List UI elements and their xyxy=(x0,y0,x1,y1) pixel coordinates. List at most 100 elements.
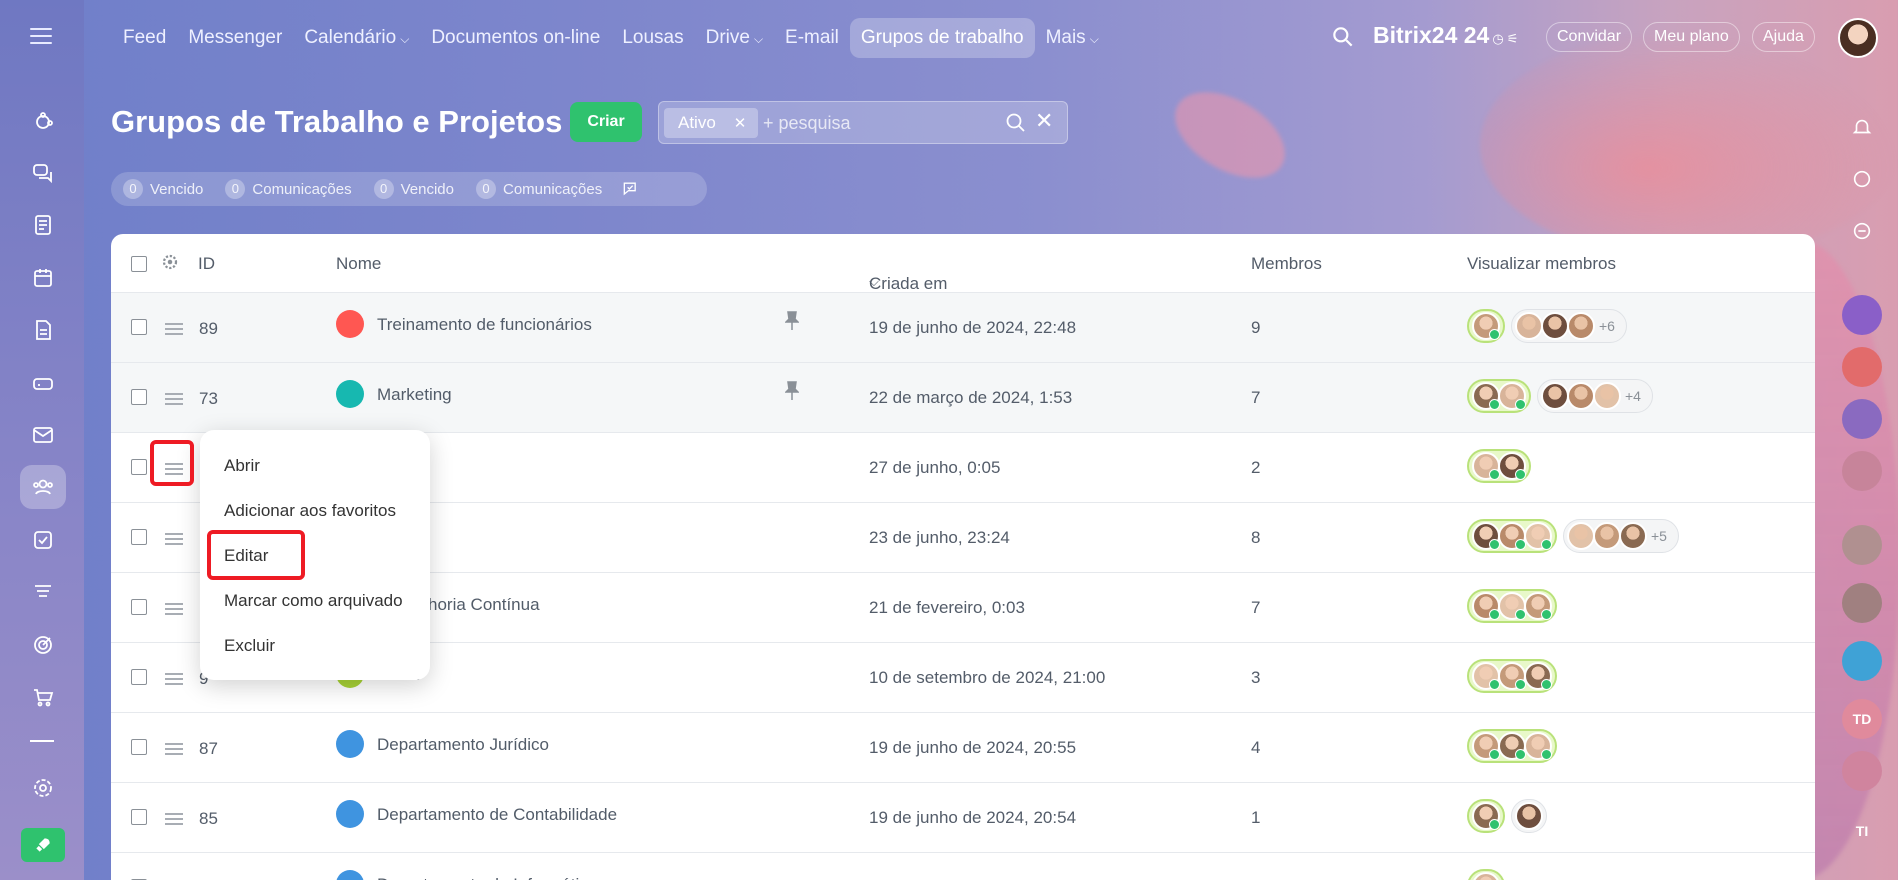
row-menu-handle-icon[interactable] xyxy=(165,393,183,405)
help-button[interactable]: Ajuda xyxy=(1752,22,1815,52)
row-menu-handle-icon[interactable] xyxy=(165,813,183,825)
row-menu-handle-icon[interactable] xyxy=(165,603,183,615)
row-group-name[interactable]: Departamento de Informática xyxy=(377,875,597,880)
nav-messenger[interactable]: Messenger xyxy=(177,18,293,58)
search-icon[interactable] xyxy=(1330,24,1356,50)
column-settings-gear-icon[interactable] xyxy=(161,253,179,271)
owner-avatars[interactable] xyxy=(1467,589,1557,623)
menu-item-delete[interactable]: Excluir xyxy=(224,636,275,656)
row-checkbox[interactable] xyxy=(131,389,147,405)
mail-icon[interactable] xyxy=(20,413,66,457)
owner-avatars[interactable] xyxy=(1467,449,1531,483)
row-checkbox[interactable] xyxy=(131,459,147,475)
search-input[interactable]: + pesquisa xyxy=(763,113,851,134)
tasks-icon[interactable] xyxy=(20,518,66,562)
counter-comments-2[interactable]: 0 Comunicações xyxy=(476,179,602,199)
messenger-icon[interactable] xyxy=(20,151,66,195)
table-row[interactable]: 85 Departamento de Contabilidade 19 de jun… xyxy=(111,782,1815,852)
read-all-icon[interactable] xyxy=(620,179,642,199)
create-button[interactable]: Criar xyxy=(570,102,642,142)
row-menu-handle-icon[interactable] xyxy=(165,743,183,755)
menu-item-add-favorites[interactable]: Adicionar aos favoritos xyxy=(224,501,396,521)
owner-avatars[interactable] xyxy=(1467,799,1505,833)
pin-icon[interactable] xyxy=(785,311,799,331)
member-avatars-others[interactable]: +5 xyxy=(1563,519,1679,553)
member-avatars[interactable] xyxy=(1467,729,1563,763)
member-avatars[interactable] xyxy=(1467,659,1563,693)
owner-avatars[interactable] xyxy=(1467,379,1531,413)
nav-more[interactable]: Mais ⌵ xyxy=(1035,18,1110,58)
table-row[interactable]: 83Departamento de Informática19 de junho… xyxy=(111,852,1815,880)
owner-avatars[interactable] xyxy=(1467,659,1557,693)
chat-avatar-td[interactable]: TD xyxy=(1842,699,1882,739)
user-avatar[interactable] xyxy=(1838,18,1878,58)
nav-boards[interactable]: Lousas xyxy=(611,18,694,58)
member-avatars-others[interactable]: +4 xyxy=(1537,379,1653,413)
table-row[interactable]: 89 Treinamento de funcionários 19 de junho… xyxy=(111,292,1815,362)
row-group-name[interactable]: Treinamento de funcionários xyxy=(377,315,592,335)
table-row[interactable]: 87 Departamento Jurídico 19 de junho de 20… xyxy=(111,712,1815,782)
row-checkbox[interactable] xyxy=(131,739,147,755)
counter-overdue[interactable]: 0 Vencido xyxy=(123,179,203,199)
header-members[interactable]: Membros xyxy=(1251,254,1322,274)
nav-workgroups[interactable]: Grupos de trabalho xyxy=(849,18,1035,58)
row-checkbox[interactable] xyxy=(131,529,147,545)
chat-avatar-6[interactable] xyxy=(1842,641,1882,681)
row-menu-handle-icon[interactable] xyxy=(165,533,183,545)
row-menu-handle-icon[interactable] xyxy=(165,673,183,685)
drive-icon[interactable] xyxy=(20,361,66,405)
member-avatars[interactable] xyxy=(1467,449,1537,483)
calendar-icon[interactable] xyxy=(20,256,66,300)
chat-avatar-5[interactable] xyxy=(1842,583,1882,623)
row-checkbox[interactable] xyxy=(131,599,147,615)
chat-avatar-4[interactable] xyxy=(1842,525,1882,565)
member-avatars[interactable]: +4 xyxy=(1467,379,1659,413)
row-group-name[interactable]: Departamento Jurídico xyxy=(377,735,549,755)
nav-drive[interactable]: Drive ⌵ xyxy=(695,18,774,58)
clear-search-icon[interactable]: ✕ xyxy=(1035,108,1053,134)
chat-sync-icon[interactable] xyxy=(1842,211,1882,251)
member-avatars-others[interactable]: +6 xyxy=(1511,309,1627,343)
workgroups-icon[interactable] xyxy=(20,465,66,509)
member-avatars[interactable] xyxy=(1467,589,1563,623)
invite-button[interactable]: Convidar xyxy=(1546,22,1633,52)
nav-email[interactable]: E-mail xyxy=(774,18,850,58)
select-all-checkbox[interactable] xyxy=(131,256,147,272)
documents-icon[interactable] xyxy=(20,203,66,247)
header-id[interactable]: ID xyxy=(198,254,215,274)
row-group-name[interactable]: Departamento de Contabilidade xyxy=(377,805,617,825)
table-row[interactable]: 73 Marketing 22 de março de 2024, 1:53 7 +4 xyxy=(111,362,1815,432)
owner-avatars[interactable] xyxy=(1467,729,1557,763)
counter-overdue-2[interactable]: 0 Vencido xyxy=(373,179,454,199)
row-checkbox[interactable] xyxy=(131,669,147,685)
menu-item-archive[interactable]: Marcar como arquivado xyxy=(224,591,403,611)
notifications-bell-icon[interactable] xyxy=(1842,107,1882,147)
remove-filter-icon[interactable]: ✕ xyxy=(734,115,747,132)
row-checkbox[interactable] xyxy=(131,809,147,825)
settings-gear-icon[interactable] xyxy=(20,766,66,810)
chat-avatar-3[interactable] xyxy=(1842,451,1882,491)
shop-icon[interactable] xyxy=(20,675,66,719)
filter-search-box[interactable]: Ativo ✕ + pesquisa ✕ xyxy=(658,101,1068,144)
chat-avatar-ti[interactable]: TI xyxy=(1842,811,1882,851)
chat-avatar-2[interactable] xyxy=(1842,399,1882,439)
row-group-name[interactable]: Marketing xyxy=(377,385,452,405)
owner-avatars[interactable] xyxy=(1467,309,1505,343)
chat-group-avatar[interactable] xyxy=(1842,347,1882,387)
counter-comments[interactable]: 0 Comunicações xyxy=(225,179,352,199)
member-avatars-others[interactable] xyxy=(1511,799,1547,833)
my-plan-button[interactable]: Meu plano xyxy=(1643,22,1740,52)
member-avatars[interactable] xyxy=(1467,869,1511,880)
search-icon[interactable] xyxy=(1004,111,1028,135)
nav-feed[interactable]: Feed xyxy=(112,18,177,58)
sliders-icon[interactable]: ⚟ xyxy=(1507,31,1519,46)
owner-avatars[interactable] xyxy=(1467,519,1557,553)
member-avatars[interactable] xyxy=(1467,799,1553,833)
copilot-icon[interactable] xyxy=(1842,159,1882,199)
member-avatars[interactable]: +5 xyxy=(1467,519,1685,553)
member-avatars[interactable]: +6 xyxy=(1467,309,1633,343)
chat-avatar-1[interactable] xyxy=(1842,295,1882,335)
rocket-button[interactable] xyxy=(21,828,65,862)
menu-burger-icon[interactable] xyxy=(30,28,52,44)
owner-avatars[interactable] xyxy=(1467,869,1505,880)
